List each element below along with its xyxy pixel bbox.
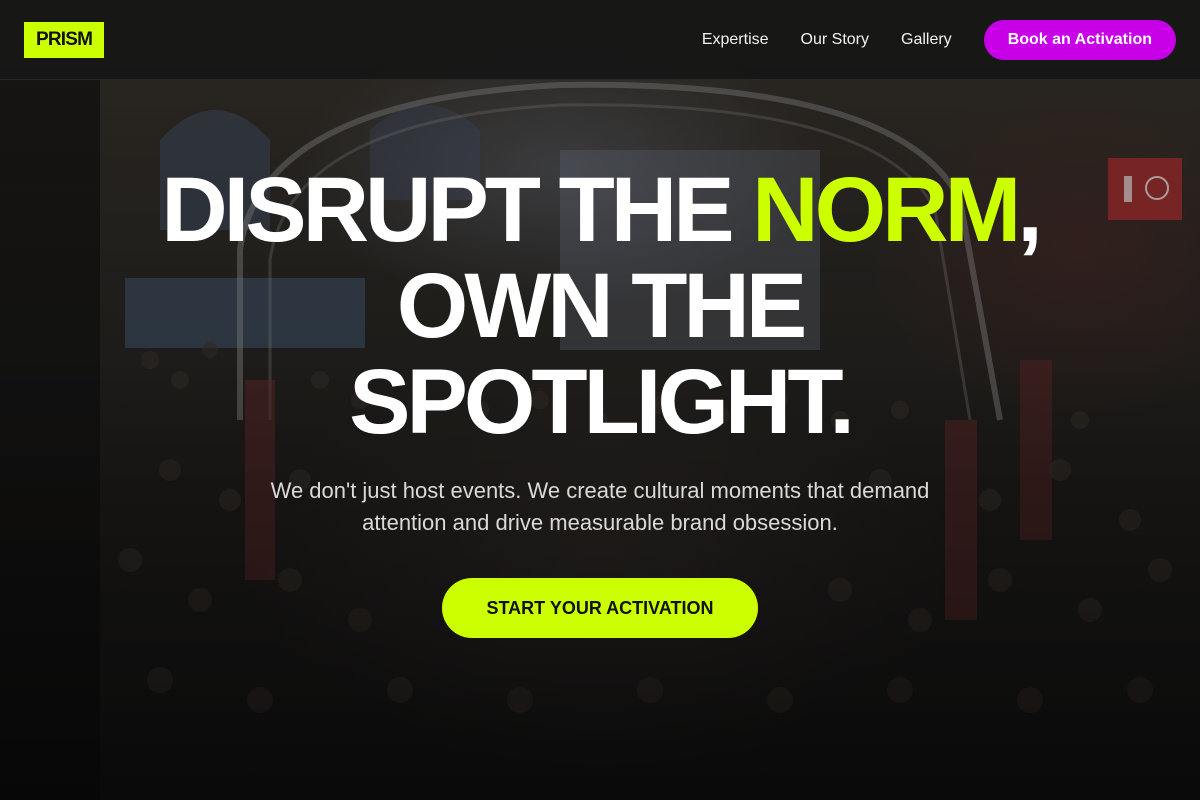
headline-line-2: OWN THE [396,255,807,357]
headline-text: DISRUPT THE [161,159,753,261]
start-activation-button[interactable]: START YOUR ACTIVATION [442,578,758,638]
logo[interactable]: PRISM [24,22,105,58]
hero-headline: DISRUPT THE NORM, OWN THE SPOTLIGHT. [0,162,1200,450]
headline-comma: , [1017,159,1042,261]
nav-link-our-story[interactable]: Our Story [801,31,869,49]
hero-subtext: We don't just host events. We create cul… [270,478,930,535]
landing-page: PRISM Expertise Our Story Gallery Book a… [0,0,1200,800]
book-activation-button[interactable]: Book an Activation [983,20,1176,60]
headline-line-3: SPOTLIGHT. [349,351,855,453]
nav-link-expertise[interactable]: Expertise [702,31,769,49]
main-nav: Expertise Our Story Gallery Book an Acti… [702,20,1176,60]
headline-line-1: DISRUPT THE NORM, [161,159,1042,261]
site-header: PRISM Expertise Our Story Gallery Book a… [0,0,1200,80]
nav-link-gallery[interactable]: Gallery [901,31,952,49]
headline-highlight: NORM [752,159,1021,261]
